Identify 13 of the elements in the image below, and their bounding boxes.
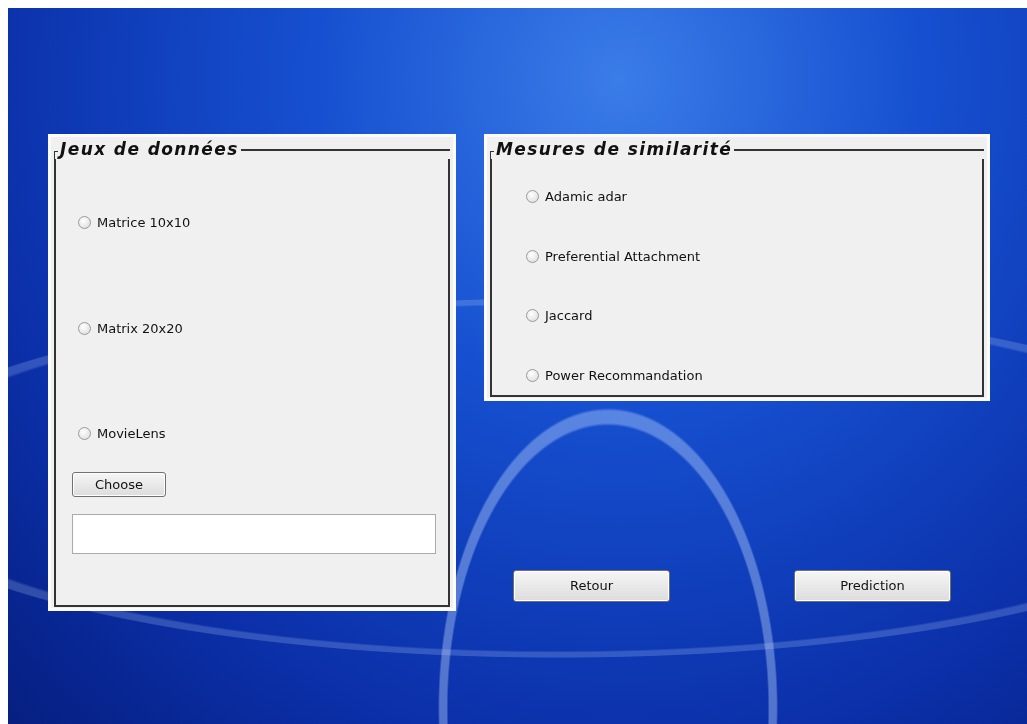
radio-option[interactable]: Power Recommandation — [526, 365, 982, 385]
group-title: Mesures de similarité — [495, 139, 734, 159]
radio-option[interactable]: MovieLens — [78, 424, 448, 444]
radio-option[interactable]: Adamic adar — [526, 187, 982, 207]
radio-option[interactable]: Preferential Attachment — [526, 246, 982, 266]
radio-option[interactable]: Jaccard — [526, 306, 982, 326]
prediction-button[interactable]: Prediction — [794, 570, 951, 602]
radio-option[interactable]: Matrice 10x10 — [78, 213, 448, 233]
group-title: Jeux de données — [58, 139, 241, 159]
choose-button[interactable]: Choose — [72, 471, 166, 497]
back-button[interactable]: Retour — [513, 570, 670, 602]
radio-option[interactable]: Matrix 20x20 — [78, 318, 448, 338]
file-path-field[interactable] — [72, 514, 436, 554]
